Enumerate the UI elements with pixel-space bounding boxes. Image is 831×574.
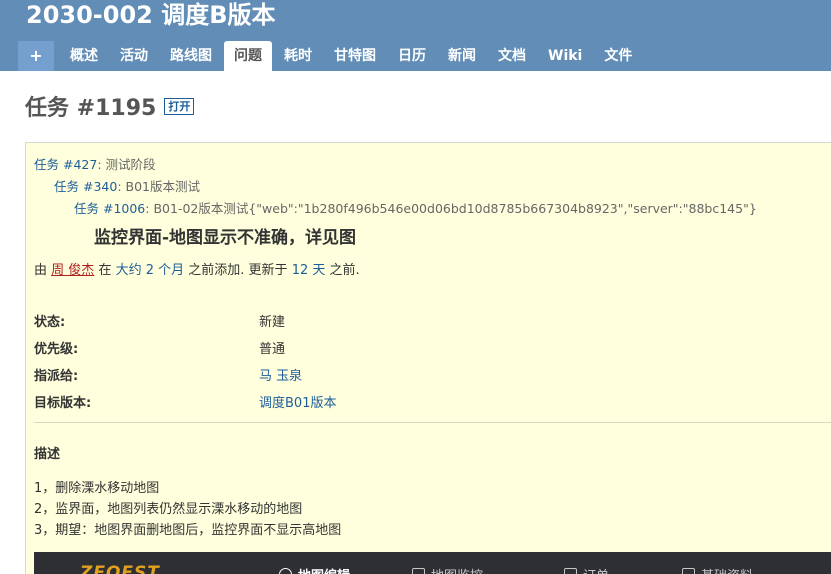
screenshot-menu-map-monitor: 地图监控	[412, 565, 483, 574]
attached-screenshot: ZEQEST 地图编辑 地图监控 订单 基础资料	[34, 552, 831, 574]
tab-files[interactable]: 文件	[594, 41, 642, 71]
status-label: 状态:	[34, 315, 66, 330]
updated-time-link[interactable]: 12 天	[292, 263, 326, 278]
status-badge: 打开	[164, 97, 195, 115]
in-text: 在	[98, 263, 112, 278]
description-line: 2，监界面，地图列表仍然显示溧水移动的地图	[34, 502, 303, 517]
tab-documents[interactable]: 文档	[488, 41, 536, 71]
parent-issue-2: 任务 #340: B01版本测试	[54, 176, 200, 195]
priority-label: 优先级:	[34, 342, 79, 357]
screenshot-logo: ZEQEST	[80, 563, 160, 574]
document-icon	[564, 568, 577, 574]
divider	[34, 422, 831, 423]
tab-calendar[interactable]: 日历	[388, 41, 436, 71]
parent-issue-name: : 测试阶段	[97, 157, 156, 172]
parent-issue-link[interactable]: 任务 #427	[34, 157, 97, 172]
tab-issues[interactable]: 问题	[224, 41, 272, 71]
screenshot-menu-orders: 订单	[564, 565, 609, 574]
screenshot-menu-label: 地图监控	[431, 565, 483, 574]
target-version-link[interactable]: 调度B01版本	[259, 392, 336, 411]
parent-issue-name: : B01版本测试	[117, 179, 200, 194]
screenshot-menu-basic-data: 基础资料	[682, 565, 753, 574]
tab-overview[interactable]: 概述	[60, 41, 108, 71]
author-line: 由 周 俊杰 在 大约 2 个月 之前添加. 更新于 12 天 之前.	[34, 259, 360, 278]
parent-issue-name: : B01-02版本测试{"web":"1b280f496b546e00d06b…	[145, 201, 757, 216]
description-line: 3，期望：地图界面删地图后，监控界面不显示高地图	[34, 523, 342, 538]
issue-details: 任务 #427: 测试阶段 任务 #340: B01版本测试 任务 #1006:…	[25, 142, 831, 574]
parent-issue-1: 任务 #427: 测试阶段	[34, 154, 156, 173]
parent-issue-3: 任务 #1006: B01-02版本测试{"web":"1b280f496b54…	[74, 198, 757, 217]
author-link[interactable]: 周 俊杰	[51, 263, 94, 278]
author-prefix: 由	[34, 263, 48, 278]
monitor-icon	[412, 568, 425, 574]
main-menu: + 概述 活动 路线图 问题 耗时 甘特图 日历 新闻 文档 Wiki 文件	[18, 41, 644, 71]
new-object-button[interactable]: +	[18, 41, 54, 71]
parent-issue-link[interactable]: 任务 #340	[54, 179, 117, 194]
image-icon	[682, 568, 695, 574]
assignee-link[interactable]: 马 玉泉	[259, 365, 302, 384]
target-version-label: 目标版本:	[34, 396, 92, 411]
screenshot-menu-label: 地图编辑	[298, 565, 350, 574]
tab-activity[interactable]: 活动	[110, 41, 158, 71]
created-suffix: 之前添加. 更新于	[188, 263, 288, 278]
updated-suffix: 之前.	[329, 263, 360, 278]
tab-gantt[interactable]: 甘特图	[324, 41, 386, 71]
tab-news[interactable]: 新闻	[438, 41, 486, 71]
project-header: 2030-002 调度B版本 + 概述 活动 路线图 问题 耗时 甘特图 日历 …	[0, 0, 831, 71]
status-value: 新建	[259, 315, 286, 330]
description-title: 描述	[34, 447, 61, 462]
created-time-link[interactable]: 大约 2 个月	[116, 263, 185, 278]
tab-wiki[interactable]: Wiki	[538, 41, 592, 71]
project-title: 2030-002 调度B版本	[26, 1, 276, 29]
screenshot-menu-label: 基础资料	[701, 565, 753, 574]
screenshot-menu-map-edit: 地图编辑	[276, 565, 350, 574]
parent-issue-link[interactable]: 任务 #1006	[74, 201, 145, 216]
map-pin-icon	[276, 565, 295, 574]
priority-value: 普通	[259, 342, 286, 357]
issue-title: 任务 #1195	[25, 96, 157, 121]
issue-subject: 监控界面-地图显示不准确，详见图	[94, 228, 357, 248]
assignee-label: 指派给:	[34, 369, 79, 384]
screenshot-menu-label: 订单	[583, 565, 609, 574]
description-line: 1，删除溧水移动地图	[34, 481, 160, 496]
tab-roadmap[interactable]: 路线图	[160, 41, 222, 71]
tab-time-entries[interactable]: 耗时	[274, 41, 322, 71]
issue-heading: 任务 #1195 打开	[25, 90, 195, 122]
